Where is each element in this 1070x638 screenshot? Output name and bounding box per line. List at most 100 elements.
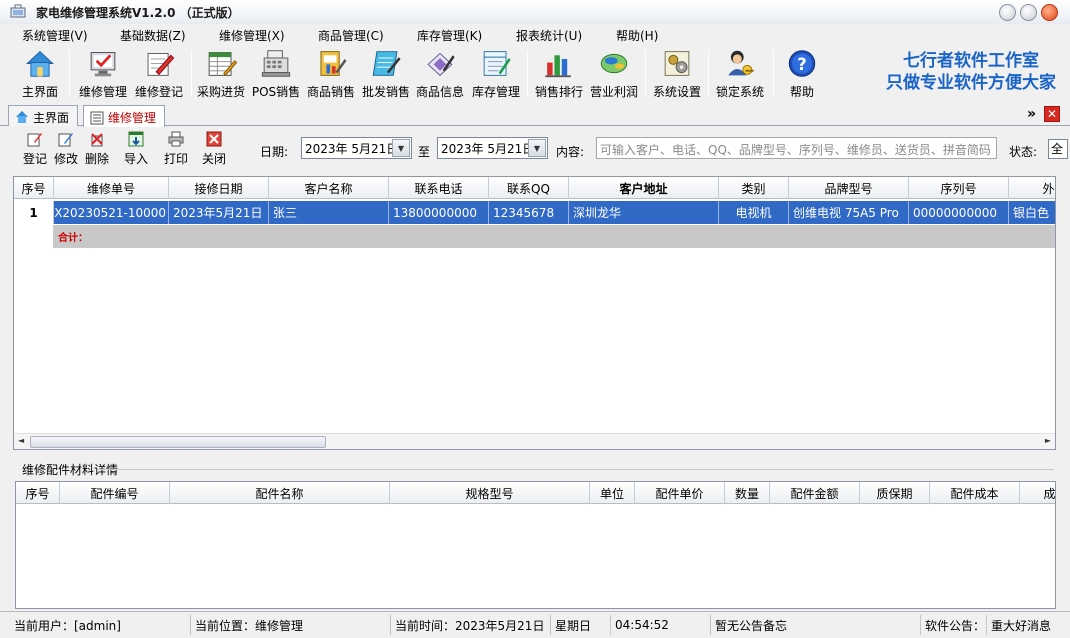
toolbar-home-button[interactable]: 主界面: [18, 46, 62, 100]
menu-goods[interactable]: 商品管理(C): [318, 27, 384, 44]
maximize-button[interactable]: [1020, 4, 1037, 21]
column-header[interactable]: 配件名称: [170, 482, 390, 504]
to-label: 至: [418, 145, 431, 159]
search-input[interactable]: 可输入客户、电话、QQ、品牌型号、序列号、维修员、送货员、拼音简码: [596, 137, 997, 159]
toolbar-goods-info-button[interactable]: 商品信息: [414, 46, 466, 100]
toolbar-pos-button[interactable]: POS销售: [252, 46, 300, 100]
purchase-sheet-icon: [208, 52, 238, 77]
column-header[interactable]: 配件编号: [60, 482, 170, 504]
column-header[interactable]: 客户名称: [269, 177, 389, 199]
monitor-check-icon: [90, 52, 116, 77]
close-button[interactable]: 关闭: [202, 131, 226, 167]
tab-main[interactable]: 主界面: [8, 105, 79, 126]
wholesale-book-icon: [372, 51, 401, 76]
table-row[interactable]: 1 WX20230521-10000 2023年5月21日 张三 1380000…: [14, 201, 1055, 224]
status-select[interactable]: 全: [1048, 139, 1068, 159]
column-header[interactable]: 外: [1009, 177, 1055, 199]
total-label: 合计：: [58, 233, 88, 244]
horizontal-scrollbar[interactable]: ◄ ►: [14, 433, 1055, 449]
toolbar-purchase-button[interactable]: 采购进货: [195, 46, 247, 100]
lock-user-icon: [728, 50, 754, 76]
menu-help[interactable]: 帮助(H): [616, 27, 658, 44]
column-header[interactable]: 质保期: [860, 482, 930, 504]
column-header[interactable]: 序列号: [909, 177, 1009, 199]
close-window-button[interactable]: [1041, 4, 1058, 21]
column-header[interactable]: 品牌型号: [789, 177, 909, 199]
date-label: 日期:: [260, 145, 289, 159]
brand-line-1: 七行者软件工作室: [903, 51, 1039, 71]
toolbar-inventory-button[interactable]: 库存管理: [470, 46, 522, 100]
column-header[interactable]: 配件单价: [635, 482, 725, 504]
import-button[interactable]: 导入: [124, 131, 148, 167]
toolbar-repair-register-button[interactable]: 维修登记: [132, 46, 186, 100]
bar-chart-icon: [545, 55, 571, 78]
scroll-thumb[interactable]: [30, 436, 326, 448]
brand-banner: 七行者软件工作室 只做专业软件方便大家: [886, 50, 1056, 94]
menu-inventory[interactable]: 库存管理(K): [417, 27, 482, 44]
tab-repair-manage[interactable]: 维修管理: [83, 105, 166, 127]
toolbar-wholesale-button[interactable]: 批发销售: [360, 46, 412, 100]
menu-repair[interactable]: 维修管理(X): [219, 27, 285, 44]
menu-basic-data[interactable]: 基础数据(Z): [120, 27, 186, 44]
column-header[interactable]: 联系电话: [389, 177, 489, 199]
print-button[interactable]: 打印: [164, 131, 188, 167]
minimize-button[interactable]: [999, 4, 1016, 21]
action-bar: 登记 修改 删除 导入 打印 关闭 日期: 2023年 5月21日 ▼ 至 20…: [0, 127, 1070, 173]
column-header[interactable]: 接修日期: [169, 177, 269, 199]
column-header[interactable]: 联系QQ: [489, 177, 569, 199]
status-location: 当前位置：维修管理: [190, 615, 386, 635]
toolbar-sales-rank-button[interactable]: 销售排行: [532, 46, 586, 100]
date-to-picker[interactable]: 2023年 5月21日 ▼: [437, 137, 548, 159]
register-button[interactable]: 登记: [23, 131, 47, 167]
menu-bar: 系统管理(V) 基础数据(Z) 维修管理(X) 商品管理(C) 库存管理(K) …: [0, 24, 1070, 46]
dropdown-arrow-icon[interactable]: ▼: [528, 139, 546, 157]
column-header[interactable]: 类别: [719, 177, 789, 199]
column-header[interactable]: 序号: [16, 482, 60, 504]
status-clock: 04:54:52: [610, 615, 706, 635]
toolbar-lock-button[interactable]: 锁定系统: [713, 46, 767, 100]
column-header[interactable]: 配件金额: [770, 482, 860, 504]
register-pen-icon: [147, 53, 175, 76]
profit-globe-icon: [600, 53, 628, 74]
scroll-left-icon[interactable]: ◄: [18, 436, 24, 445]
goods-info-icon: [427, 52, 455, 76]
delete-button[interactable]: 删除: [85, 131, 109, 167]
column-header[interactable]: 维修单号: [54, 177, 169, 199]
grid-header: 序号 维修单号 接修日期 客户名称 联系电话 联系QQ 客户地址 类别 品牌型号…: [14, 177, 1055, 199]
close-tab-icon[interactable]: ✕: [1044, 106, 1060, 122]
toolbar-profit-button[interactable]: 营业利润: [588, 46, 640, 100]
total-row: 合计：: [14, 225, 1055, 248]
column-header[interactable]: 配件成本: [930, 482, 1020, 504]
close-icon: [206, 131, 222, 147]
add-record-icon: [27, 133, 42, 147]
column-header[interactable]: 单位: [590, 482, 635, 504]
column-header[interactable]: 规格型号: [390, 482, 590, 504]
tab-overflow-icon[interactable]: »: [1027, 106, 1036, 122]
printer-icon: [168, 131, 184, 147]
toolbar-help-button[interactable]: ? 帮助: [780, 46, 824, 100]
brand-line-2: 只做专业软件方便大家: [886, 73, 1056, 93]
scroll-right-icon[interactable]: ►: [1045, 436, 1051, 445]
status-notice-label: 软件公告：: [920, 615, 986, 635]
parts-grid: 序号 配件编号 配件名称 规格型号 单位 配件单价 数量 配件金额 质保期 配件…: [15, 481, 1056, 609]
edit-button[interactable]: 修改: [54, 131, 78, 167]
content-label: 内容:: [556, 145, 585, 159]
status-bar: 当前用户：[admin] 当前位置：维修管理 当前时间：2023年5月21日 星…: [0, 611, 1070, 638]
status-date: 当前时间：2023年5月21日: [390, 615, 546, 635]
inventory-icon: [483, 51, 511, 76]
dropdown-arrow-icon[interactable]: ▼: [392, 139, 410, 157]
delete-icon: [91, 133, 103, 147]
section-divider: [98, 469, 1054, 470]
column-header[interactable]: 成: [1020, 482, 1055, 504]
toolbar-repair-manage-button[interactable]: 维修管理: [76, 46, 130, 100]
menu-reports[interactable]: 报表统计(U): [516, 27, 582, 44]
column-header[interactable]: 客户地址: [569, 177, 719, 199]
status-user: 当前用户：[admin]: [14, 618, 121, 633]
menu-system[interactable]: 系统管理(V): [22, 27, 88, 44]
date-from-picker[interactable]: 2023年 5月21日 ▼: [301, 137, 412, 159]
column-header[interactable]: 序号: [14, 177, 54, 199]
cash-register-icon: [261, 50, 291, 77]
toolbar-settings-button[interactable]: 系统设置: [651, 46, 703, 100]
column-header[interactable]: 数量: [725, 482, 770, 504]
toolbar-goods-sale-button[interactable]: 商品销售: [305, 46, 357, 100]
